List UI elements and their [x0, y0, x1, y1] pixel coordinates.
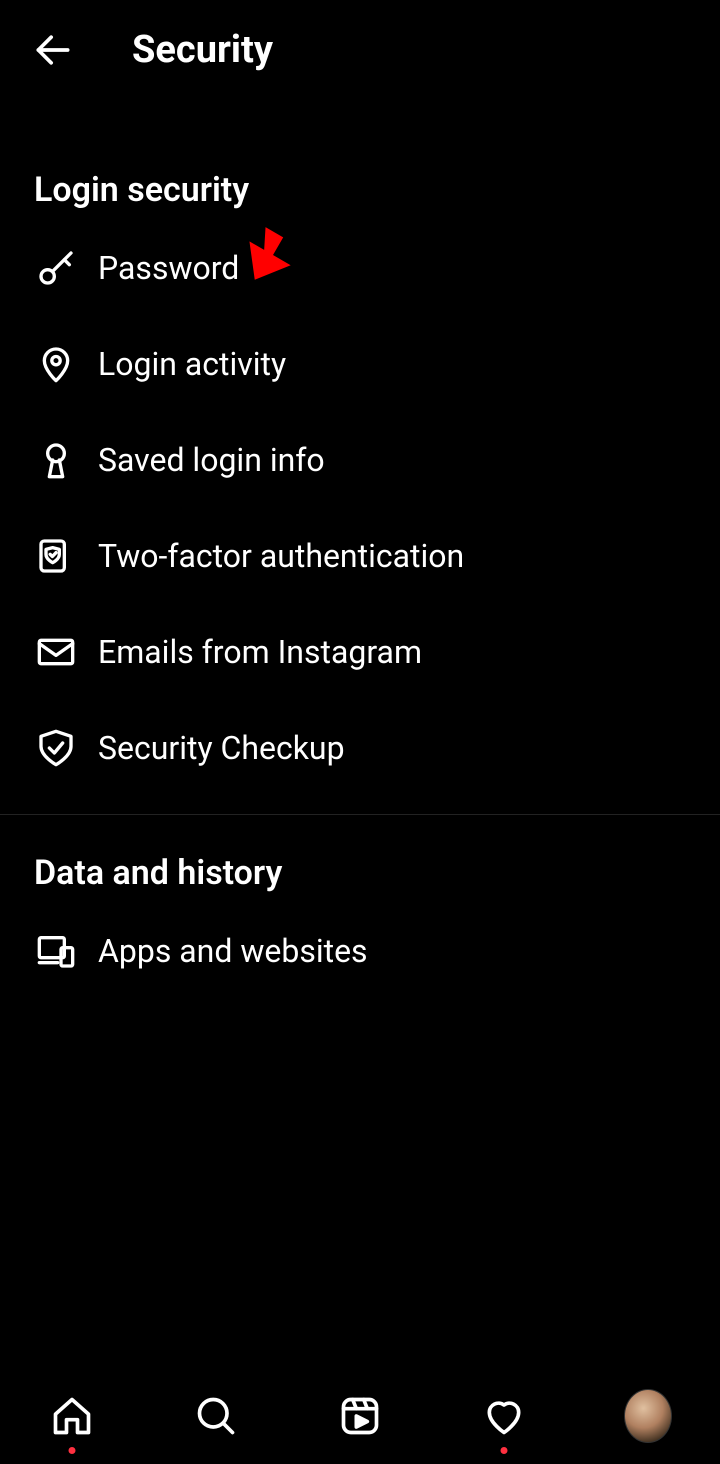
shield-check-icon	[34, 726, 78, 770]
arrow-left-icon	[31, 28, 75, 72]
mail-icon	[34, 630, 78, 674]
heart-icon	[482, 1394, 526, 1438]
nav-reels[interactable]	[336, 1392, 384, 1440]
reels-icon	[338, 1394, 382, 1438]
item-label: Saved login info	[98, 441, 325, 479]
devices-icon	[34, 929, 78, 973]
location-pin-icon	[34, 342, 78, 386]
shield-device-icon	[34, 534, 78, 578]
item-two-factor-authentication[interactable]: Two-factor authentication	[0, 508, 720, 604]
home-icon	[50, 1394, 94, 1438]
item-saved-login-info[interactable]: Saved login info	[0, 412, 720, 508]
section-header-login-security: Login security	[0, 170, 720, 210]
item-apps-and-websites[interactable]: Apps and websites	[0, 903, 720, 999]
item-label: Security Checkup	[98, 729, 345, 767]
divider	[0, 814, 720, 815]
search-icon	[194, 1394, 238, 1438]
back-button[interactable]	[30, 27, 76, 73]
nav-activity[interactable]	[480, 1392, 528, 1440]
notification-dot-icon	[501, 1447, 508, 1454]
nav-search[interactable]	[192, 1392, 240, 1440]
nav-home[interactable]	[48, 1392, 96, 1440]
header: Security	[0, 0, 720, 100]
item-emails-from-instagram[interactable]: Emails from Instagram	[0, 604, 720, 700]
section-header-data-and-history: Data and history	[0, 853, 720, 893]
item-password[interactable]: Password	[0, 220, 720, 316]
key-icon	[34, 246, 78, 290]
notification-dot-icon	[69, 1447, 76, 1454]
item-label: Emails from Instagram	[98, 633, 422, 671]
item-label: Login activity	[98, 345, 286, 383]
item-label: Password	[98, 249, 239, 287]
item-label: Two-factor authentication	[98, 537, 464, 575]
nav-profile[interactable]	[624, 1392, 672, 1440]
item-security-checkup[interactable]: Security Checkup	[0, 700, 720, 796]
item-label: Apps and websites	[98, 932, 368, 970]
bottom-nav	[0, 1368, 720, 1464]
item-login-activity[interactable]: Login activity	[0, 316, 720, 412]
page-title: Security	[132, 28, 273, 72]
avatar-icon	[624, 1389, 672, 1443]
keyhole-icon	[34, 438, 78, 482]
